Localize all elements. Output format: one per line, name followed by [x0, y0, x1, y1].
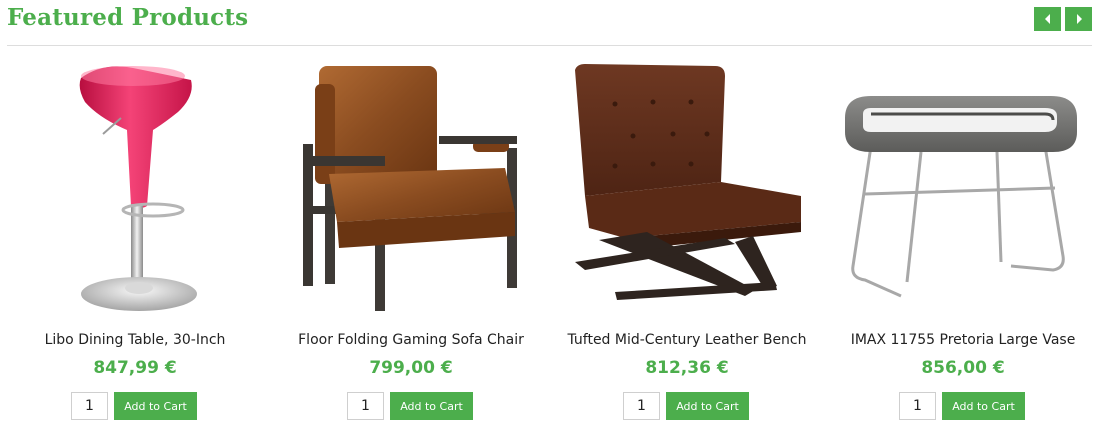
- add-to-cart-button[interactable]: Add to Cart: [942, 392, 1025, 420]
- header-divider: [7, 45, 1092, 46]
- brown-leather-armchair-image: [303, 66, 517, 311]
- chevron-left-icon: [1044, 14, 1050, 24]
- product-price: 856,00 €: [921, 358, 1005, 378]
- chevron-right-icon: [1076, 14, 1082, 24]
- quantity-input[interactable]: [899, 392, 936, 420]
- carousel-next-button[interactable]: [1065, 7, 1092, 31]
- product-card: IMAX 11755 Pretoria Large Vase 856,00 € …: [831, 56, 1095, 426]
- quantity-input[interactable]: [71, 392, 108, 420]
- product-image[interactable]: [555, 56, 819, 316]
- product-image[interactable]: [3, 56, 267, 316]
- carousel-prev-button[interactable]: [1034, 7, 1061, 31]
- grey-side-table-image: [845, 96, 1077, 298]
- product-price: 812,36 €: [645, 358, 729, 378]
- product-image[interactable]: [279, 56, 543, 316]
- product-name[interactable]: IMAX 11755 Pretoria Large Vase: [831, 332, 1095, 348]
- product-card: Floor Folding Gaming Sofa Chair 799,00 €…: [279, 56, 543, 426]
- product-name[interactable]: Libo Dining Table, 30-Inch: [3, 332, 267, 348]
- product-name[interactable]: Tufted Mid-Century Leather Bench: [555, 332, 819, 348]
- product-price: 847,99 €: [93, 358, 177, 378]
- product-price: 799,00 €: [369, 358, 453, 378]
- product-image[interactable]: [831, 56, 1095, 316]
- quantity-input[interactable]: [347, 392, 384, 420]
- section-header: Featured Products: [0, 0, 1100, 46]
- product-card: Tufted Mid-Century Leather Bench 812,36 …: [555, 56, 819, 426]
- tufted-leather-chair-image: [575, 64, 801, 300]
- section-title: Featured Products: [7, 4, 249, 31]
- quantity-input[interactable]: [623, 392, 660, 420]
- add-to-cart-button[interactable]: Add to Cart: [390, 392, 473, 420]
- pink-bar-stool-image: [79, 66, 197, 311]
- add-to-cart-button[interactable]: Add to Cart: [114, 392, 197, 420]
- add-to-cart-button[interactable]: Add to Cart: [666, 392, 749, 420]
- product-name[interactable]: Floor Folding Gaming Sofa Chair: [279, 332, 543, 348]
- product-card: Libo Dining Table, 30-Inch 847,99 € Add …: [3, 56, 267, 426]
